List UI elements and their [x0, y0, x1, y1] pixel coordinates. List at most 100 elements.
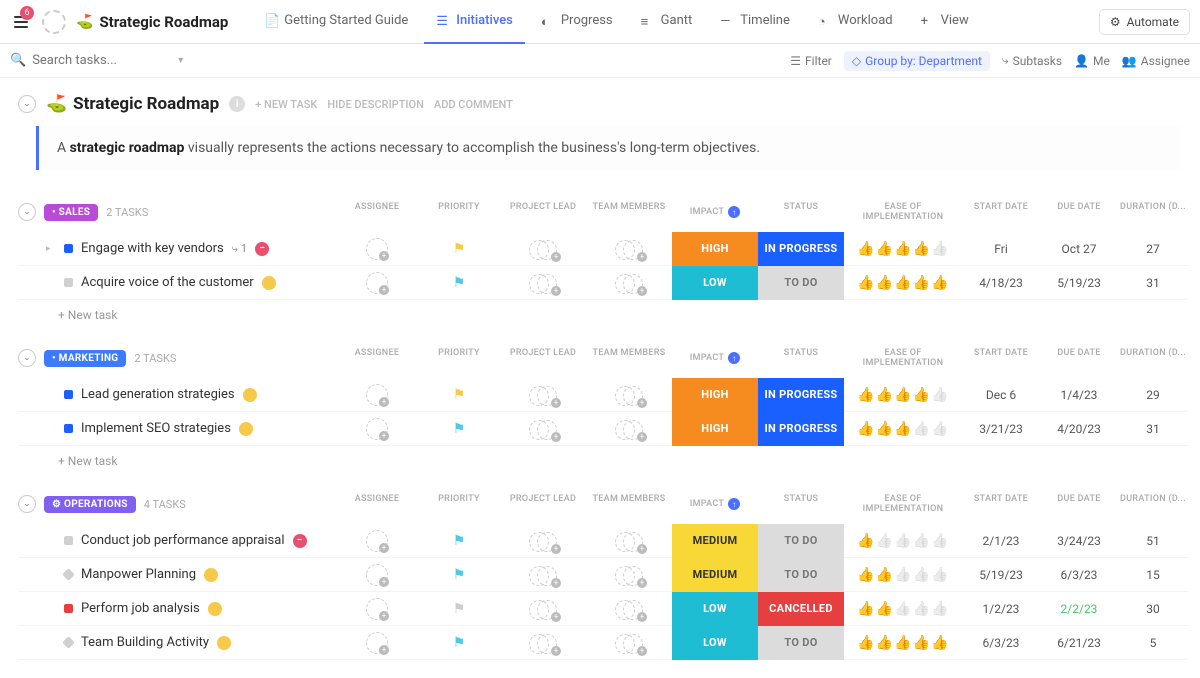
status-cell[interactable]: IN PROGRESS	[758, 378, 844, 412]
team-cell[interactable]: +	[586, 272, 672, 294]
people-placeholder[interactable]: +	[529, 384, 557, 406]
lead-cell[interactable]: +	[500, 530, 586, 552]
priority-cell[interactable]: ⚑	[418, 275, 500, 291]
automate-button[interactable]: ⚙ Automate	[1099, 9, 1190, 35]
due-cell[interactable]: 3/24/23	[1040, 534, 1118, 548]
task-row[interactable]: Implement SEO strategies ⚑ + + HIGH IN P…	[18, 412, 1188, 446]
search-wrap[interactable]: 🔍 ▾	[10, 53, 778, 68]
ease-cell[interactable]: 👍👍👍👍👍	[844, 635, 962, 651]
col-team[interactable]: TEAM MEMBERS	[586, 494, 672, 514]
due-cell[interactable]: 5/19/23	[1040, 276, 1118, 290]
assignee-cell[interactable]	[336, 238, 418, 260]
avatar-placeholder[interactable]	[366, 272, 388, 294]
new-task-button[interactable]: + New task	[18, 300, 1182, 326]
new-task-button[interactable]: + NEW TASK	[255, 98, 317, 111]
team-cell[interactable]: +	[586, 564, 672, 586]
lead-cell[interactable]: +	[500, 238, 586, 260]
task-row[interactable]: Lead generation strategies ⚑ + + HIGH IN…	[18, 378, 1188, 412]
col-due[interactable]: DUE DATE	[1040, 202, 1118, 222]
due-cell[interactable]: 6/3/23	[1040, 568, 1118, 582]
col-lead[interactable]: PROJECT LEAD	[500, 202, 586, 222]
col-impact[interactable]: IMPACT↑	[672, 202, 758, 222]
people-placeholder[interactable]: +	[529, 564, 557, 586]
col-dur[interactable]: DURATION (D...	[1118, 494, 1188, 514]
task-name-cell[interactable]: Team Building Activity	[18, 635, 336, 650]
impact-cell[interactable]: LOW	[672, 592, 758, 626]
col-assignee[interactable]: ASSIGNEE	[336, 348, 418, 368]
people-placeholder[interactable]: +	[615, 418, 643, 440]
assignee-cell[interactable]	[336, 598, 418, 620]
people-placeholder[interactable]: +	[615, 564, 643, 586]
assignee-cell[interactable]	[336, 384, 418, 406]
group-by-button[interactable]: ◇Group by: Department	[844, 51, 990, 71]
ease-cell[interactable]: 👍👍👍👍👍	[844, 533, 962, 549]
col-due[interactable]: DUE DATE	[1040, 494, 1118, 514]
tab-workload[interactable]: ◔Workload	[806, 0, 905, 44]
priority-cell[interactable]: ⚑	[418, 421, 500, 437]
avatar-placeholder[interactable]	[366, 238, 388, 260]
info-icon[interactable]: i	[229, 96, 245, 112]
task-row[interactable]: Acquire voice of the customer ⚑ + + LOW …	[18, 266, 1188, 300]
chevron-down-icon[interactable]: ▾	[178, 55, 183, 66]
task-name-cell[interactable]: Lead generation strategies	[18, 387, 336, 402]
col-priority[interactable]: PRIORITY	[418, 202, 500, 222]
col-ease[interactable]: EASE OF IMPLEMENTATION	[844, 202, 962, 222]
task-name-cell[interactable]: Manpower Planning	[18, 567, 336, 582]
team-cell[interactable]: +	[586, 530, 672, 552]
priority-cell[interactable]: ⚑	[418, 387, 500, 403]
people-placeholder[interactable]: +	[615, 598, 643, 620]
col-start[interactable]: START DATE	[962, 202, 1040, 222]
start-cell[interactable]: Fri	[962, 242, 1040, 256]
avatar-placeholder[interactable]	[366, 384, 388, 406]
start-cell[interactable]: 6/3/23	[962, 636, 1040, 650]
tab-view[interactable]: +View	[909, 0, 981, 44]
ease-cell[interactable]: 👍👍👍👍👍	[844, 387, 962, 403]
ease-cell[interactable]: 👍👍👍👍👍	[844, 567, 962, 583]
col-status[interactable]: STATUS	[758, 348, 844, 368]
ease-cell[interactable]: 👍👍👍👍👍	[844, 275, 962, 291]
due-cell[interactable]: 1/4/23	[1040, 388, 1118, 402]
start-cell[interactable]: Dec 6	[962, 388, 1040, 402]
people-placeholder[interactable]: +	[615, 238, 643, 260]
assignee-cell[interactable]	[336, 530, 418, 552]
tab-initiatives[interactable]: ☰Initiatives	[424, 0, 525, 44]
status-cell[interactable]: TO DO	[758, 266, 844, 300]
impact-cell[interactable]: HIGH	[672, 412, 758, 446]
task-name-cell[interactable]: Conduct job performance appraisal −	[18, 533, 336, 548]
task-row[interactable]: Perform job analysis ⚑ + + LOW CANCELLED…	[18, 592, 1188, 626]
status-cell[interactable]: CANCELLED	[758, 592, 844, 626]
people-placeholder[interactable]: +	[529, 530, 557, 552]
lead-cell[interactable]: +	[500, 384, 586, 406]
due-cell[interactable]: 6/21/23	[1040, 636, 1118, 650]
col-priority[interactable]: PRIORITY	[418, 494, 500, 514]
lead-cell[interactable]: +	[500, 632, 586, 654]
ease-cell[interactable]: 👍👍👍👍👍	[844, 601, 962, 617]
lead-cell[interactable]: +	[500, 598, 586, 620]
people-placeholder[interactable]: +	[529, 418, 557, 440]
team-cell[interactable]: +	[586, 598, 672, 620]
impact-cell[interactable]: LOW	[672, 266, 758, 300]
dur-cell[interactable]: 31	[1118, 422, 1188, 436]
col-start[interactable]: START DATE	[962, 494, 1040, 514]
avatar-placeholder[interactable]	[366, 530, 388, 552]
expand-icon[interactable]: ▸	[46, 244, 56, 254]
col-start[interactable]: START DATE	[962, 348, 1040, 368]
subtask-count[interactable]: ⤷1	[232, 242, 247, 256]
tab-timeline[interactable]: —Timeline	[708, 0, 802, 44]
hide-desc-button[interactable]: HIDE DESCRIPTION	[327, 98, 424, 111]
people-placeholder[interactable]: +	[615, 632, 643, 654]
people-placeholder[interactable]: +	[529, 632, 557, 654]
col-lead[interactable]: PROJECT LEAD	[500, 494, 586, 514]
task-name-cell[interactable]: Acquire voice of the customer	[18, 275, 336, 290]
people-placeholder[interactable]: +	[615, 384, 643, 406]
col-assignee[interactable]: ASSIGNEE	[336, 202, 418, 222]
task-name-cell[interactable]: ▸ Engage with key vendors ⤷1−	[18, 241, 336, 256]
group-pill[interactable]: • SALES	[44, 204, 98, 221]
start-cell[interactable]: 4/18/23	[962, 276, 1040, 290]
avatar-placeholder[interactable]	[366, 632, 388, 654]
priority-cell[interactable]: ⚑	[418, 635, 500, 651]
col-dur[interactable]: DURATION (D...	[1118, 202, 1188, 222]
tab-getting-started-guide[interactable]: 📄Getting Started Guide	[252, 0, 420, 44]
task-row[interactable]: ▸ Engage with key vendors ⤷1− ⚑ + + HIGH…	[18, 232, 1188, 266]
task-row[interactable]: Conduct job performance appraisal − ⚑ + …	[18, 524, 1188, 558]
